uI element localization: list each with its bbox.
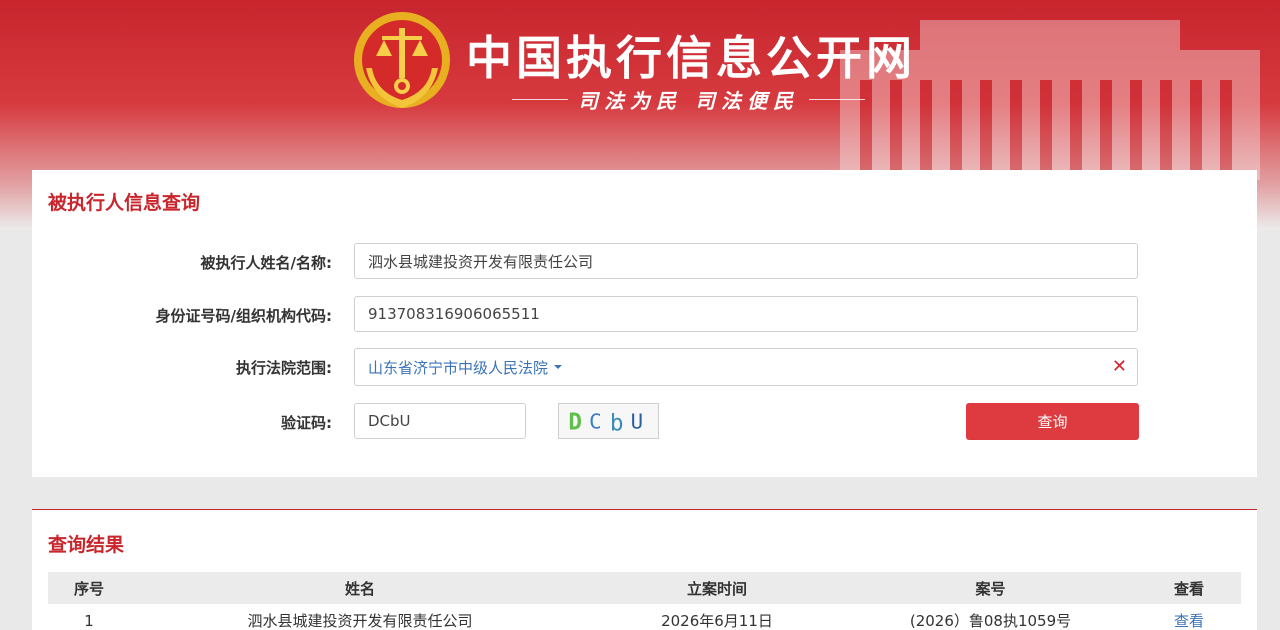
court-select-value: 山东省济宁市中级人民法院 — [368, 358, 549, 377]
search-card: 被执行人信息查询 被执行人姓名/名称: 身份证号码/组织机构代码: 执行法院范围… — [32, 170, 1257, 477]
name-label: 被执行人姓名/名称: — [200, 254, 332, 272]
cell-filing-date: 2026年6月11日 — [661, 612, 773, 630]
table-row: 1 泗水县城建投资开发有限责任公司 2026年6月11日 (2026）鲁08执1… — [48, 604, 1241, 630]
court-label: 执行法院范围: — [236, 359, 332, 377]
view-link[interactable]: 查看 — [1174, 612, 1204, 630]
results-card: 查询结果 序号 姓名 立案时间 案号 查看 1 泗水县城建投资开发有限责任公司 … — [32, 509, 1257, 630]
cell-case-no: (2026）鲁08执1059号 — [909, 612, 1072, 630]
name-input[interactable] — [354, 243, 1138, 279]
svg-text:C: C — [589, 410, 602, 434]
captcha-image[interactable]: D C b U — [558, 403, 659, 439]
court-emblem-icon — [354, 12, 450, 108]
cell-view: 查看 — [1137, 610, 1241, 630]
cell-index: 1 — [84, 611, 94, 630]
slogan-divider — [512, 98, 568, 100]
site-slogan: 司法为民 司法便民 — [578, 88, 799, 113]
results-table: 序号 姓名 立案时间 案号 查看 1 泗水县城建投资开发有限责任公司 2026年… — [48, 572, 1241, 630]
table-header: 序号 姓名 立案时间 案号 查看 — [48, 572, 1241, 604]
column-header-index: 序号 — [73, 579, 104, 598]
court-select[interactable]: 山东省济宁市中级人民法院 ✕ — [354, 348, 1138, 386]
cell-name: 泗水县城建投资开发有限责任公司 — [247, 612, 473, 630]
column-header-case-no: 案号 — [975, 579, 1006, 598]
column-header-name: 姓名 — [344, 579, 375, 598]
captcha-label: 验证码: — [281, 414, 332, 432]
id-code-input[interactable] — [354, 296, 1138, 332]
column-header-filing-date: 立案时间 — [686, 579, 747, 598]
id-code-label: 身份证号码/组织机构代码: — [155, 307, 332, 325]
site-title: 中国执行信息公开网 — [466, 31, 916, 85]
caret-down-icon[interactable] — [554, 365, 563, 369]
close-icon[interactable]: ✕ — [1112, 357, 1127, 377]
column-header-view: 查看 — [1173, 579, 1204, 598]
results-card-title: 查询结果 — [48, 534, 125, 556]
captcha-input[interactable] — [354, 403, 526, 439]
svg-text:b: b — [610, 410, 624, 436]
slogan-divider — [808, 98, 865, 100]
query-button[interactable]: 查询 — [966, 403, 1139, 440]
search-card-title: 被执行人信息查询 — [48, 192, 201, 214]
slogan-row: 司法为民 司法便民 — [512, 84, 865, 114]
svg-text:U: U — [631, 410, 644, 434]
captcha-image-text: D — [568, 410, 582, 436]
